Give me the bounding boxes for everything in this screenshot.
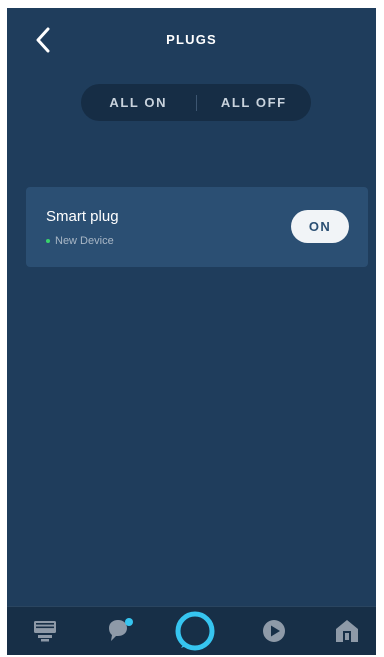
device-name: Smart plug	[46, 208, 119, 225]
device-card-smart-plug[interactable]: Smart plug New Device ON	[26, 187, 368, 267]
page-title: PLUGS	[166, 32, 217, 47]
app-screen: PLUGS ALL ON ALL OFF Smart plug New Devi…	[7, 8, 376, 655]
power-toggle-button[interactable]: ON	[291, 210, 349, 243]
alexa-icon	[175, 611, 215, 651]
bottom-nav	[7, 606, 376, 655]
all-off-button[interactable]: ALL OFF	[197, 84, 312, 121]
nav-play[interactable]	[252, 607, 296, 655]
status-dot	[46, 239, 50, 243]
home-devices-icon	[34, 621, 56, 642]
device-status: New Device	[46, 235, 114, 247]
smart-home-icon	[336, 620, 358, 642]
all-on-off-control: ALL ON ALL OFF	[81, 84, 311, 121]
nav-smart-home[interactable]	[325, 607, 369, 655]
nav-home[interactable]	[23, 607, 67, 655]
nav-alexa[interactable]	[173, 607, 217, 655]
nav-communicate[interactable]	[98, 607, 142, 655]
device-status-text: New Device	[55, 235, 114, 247]
communicate-icon	[109, 618, 133, 641]
all-on-button[interactable]: ALL ON	[81, 84, 196, 121]
header: PLUGS	[7, 8, 376, 68]
play-icon	[263, 620, 285, 642]
